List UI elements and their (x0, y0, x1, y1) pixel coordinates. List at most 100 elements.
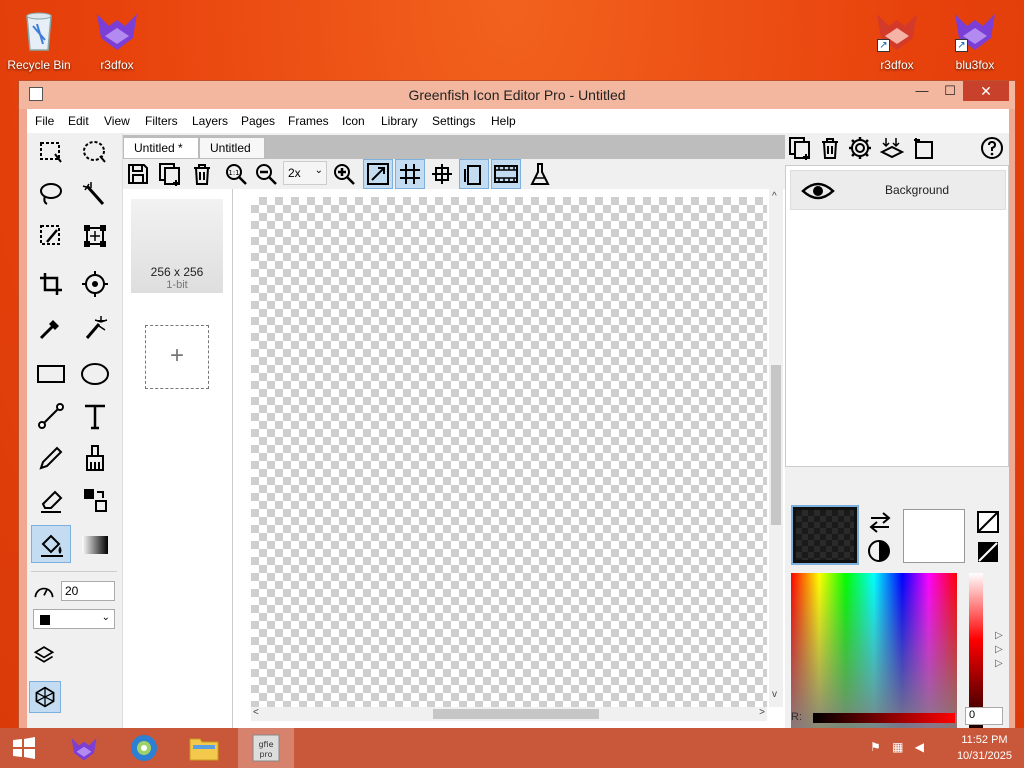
eraser-tool[interactable] (31, 481, 71, 519)
center-lines-button[interactable] (427, 159, 457, 189)
tile-preview-button[interactable] (459, 159, 489, 189)
eye-icon[interactable] (801, 177, 835, 205)
menu-pages[interactable]: Pages (241, 114, 275, 128)
layer-properties-button[interactable] (845, 133, 875, 163)
title-bar[interactable]: Greenfish Icon Editor Pro - Untitled — ☐… (19, 81, 1015, 109)
taskbar-browser[interactable] (116, 728, 172, 768)
recycle-bin-shortcut[interactable]: Recycle Bin (2, 6, 76, 72)
crop-tool[interactable] (31, 265, 71, 303)
scroll-up-icon[interactable]: ^ (772, 191, 777, 202)
start-button[interactable] (0, 728, 48, 768)
gradient-tool[interactable] (75, 525, 115, 563)
minimize-button[interactable]: — (909, 81, 935, 101)
close-button[interactable]: ✕ (963, 81, 1009, 101)
vertical-scroll-thumb[interactable] (771, 365, 781, 525)
brush-size-input[interactable]: 20 (61, 581, 115, 601)
color-replace-tool[interactable] (75, 481, 115, 519)
menu-layers[interactable]: Layers (192, 114, 228, 128)
eyedropper-tool[interactable] (31, 309, 71, 347)
save-button[interactable] (123, 159, 153, 189)
zoom-level-select[interactable]: 2x ⌄ (283, 161, 327, 185)
vertical-scrollbar[interactable]: ^ v (769, 189, 783, 707)
text-tool[interactable] (75, 397, 115, 435)
delete-layer-button[interactable] (815, 133, 845, 163)
menu-view[interactable]: View (104, 114, 130, 128)
brush-speed-button[interactable] (29, 577, 59, 607)
menu-help[interactable]: Help (491, 114, 516, 128)
freehand-select-tool[interactable] (31, 217, 71, 255)
red-value-input[interactable]: 0 (965, 707, 1003, 725)
paint-bucket-tool[interactable] (31, 525, 71, 563)
tab-untitled-modified[interactable]: Untitled * (123, 137, 199, 158)
taskbar-greenfish[interactable]: gfie pro (238, 728, 294, 768)
save-icon (128, 164, 148, 184)
horizontal-scroll-thumb[interactable] (433, 709, 599, 719)
tray-icons[interactable]: ⚑ ▦ ◀ (870, 740, 930, 756)
menu-settings[interactable]: Settings (432, 114, 475, 128)
menu-file[interactable]: File (35, 114, 54, 128)
transform-tool[interactable] (75, 217, 115, 255)
hotspot-tool[interactable] (75, 265, 115, 303)
menu-frames[interactable]: Frames (288, 114, 329, 128)
symmetry-button[interactable] (29, 681, 61, 713)
page-thumbnail[interactable]: 256 x 256 1-bit (131, 199, 223, 293)
horizontal-scrollbar[interactable]: < > (251, 707, 767, 721)
r3dfox-purple-shortcut[interactable]: r3dfox (80, 6, 154, 72)
maximize-button[interactable]: ☐ (937, 81, 963, 101)
lasso-tool[interactable] (31, 175, 71, 213)
page-size-label: 256 x 256 (150, 265, 204, 279)
transparent-color-icon[interactable] (977, 511, 999, 533)
taskbar-fox-browser[interactable] (56, 728, 112, 768)
line-tool[interactable] (31, 397, 71, 435)
red-slider[interactable] (813, 713, 955, 723)
new-layer-button[interactable] (785, 133, 815, 163)
fit-window-button[interactable] (363, 159, 393, 189)
duplicate-button[interactable] (155, 159, 185, 189)
layer-resize-button[interactable] (909, 133, 939, 163)
tab-untitled[interactable]: Untitled (199, 137, 265, 158)
grid-toggle-button[interactable] (395, 159, 425, 189)
menu-icon[interactable]: Icon (342, 114, 365, 128)
svg-text:pro: pro (259, 750, 272, 759)
ellipse-select-tool[interactable] (75, 133, 115, 171)
scroll-right-icon[interactable]: > (759, 707, 765, 718)
drawing-canvas[interactable] (251, 197, 767, 707)
system-clock[interactable]: 11:52 PM 10/31/2025 (957, 732, 1012, 764)
help-button[interactable] (977, 133, 1007, 163)
menu-filters[interactable]: Filters (145, 114, 178, 128)
merge-layers-button[interactable] (877, 133, 907, 163)
zoom-in-button[interactable] (329, 159, 359, 189)
brush-shape-select[interactable]: ⌄ (33, 609, 115, 629)
zoom-out-button[interactable] (251, 159, 281, 189)
invert-color-icon[interactable] (977, 541, 999, 563)
filmstrip-button[interactable] (491, 159, 521, 189)
layer-row[interactable]: Background (790, 170, 1006, 210)
rectangle-tool[interactable] (31, 355, 71, 393)
test-button[interactable] (525, 159, 555, 189)
contrast-icon[interactable] (867, 539, 891, 563)
volume-icon[interactable]: ◀ (915, 740, 924, 754)
network-icon[interactable]: ▦ (892, 740, 903, 754)
menu-library[interactable]: Library (381, 114, 418, 128)
action-center-icon[interactable]: ⚑ (870, 740, 881, 754)
scroll-left-icon[interactable]: < (253, 707, 259, 718)
delete-page-button[interactable] (187, 159, 217, 189)
shortcut-arrow-icon: ↗ (877, 39, 890, 52)
r3dfox-shortcut[interactable]: ↗ r3dfox (860, 6, 934, 72)
add-page-button[interactable]: + (145, 325, 209, 389)
ellipse-tool[interactable] (75, 355, 115, 393)
brush-tool[interactable] (75, 439, 115, 477)
swap-colors-icon[interactable] (867, 511, 893, 533)
zoom-actual-button[interactable]: 1:1 (221, 159, 251, 189)
blu3fox-shortcut[interactable]: ↗ blu3fox (938, 6, 1012, 72)
pencil-tool[interactable] (31, 439, 71, 477)
rect-select-tool[interactable] (31, 133, 71, 171)
primary-color-swatch[interactable] (791, 505, 859, 565)
menu-edit[interactable]: Edit (68, 114, 89, 128)
secondary-color-swatch[interactable] (903, 509, 965, 563)
scroll-down-icon[interactable]: v (772, 689, 777, 700)
magic-wand-tool[interactable] (75, 175, 115, 213)
layer-mode-button[interactable] (29, 639, 59, 669)
retouch-tool[interactable] (75, 309, 115, 347)
taskbar-file-explorer[interactable] (176, 728, 232, 768)
